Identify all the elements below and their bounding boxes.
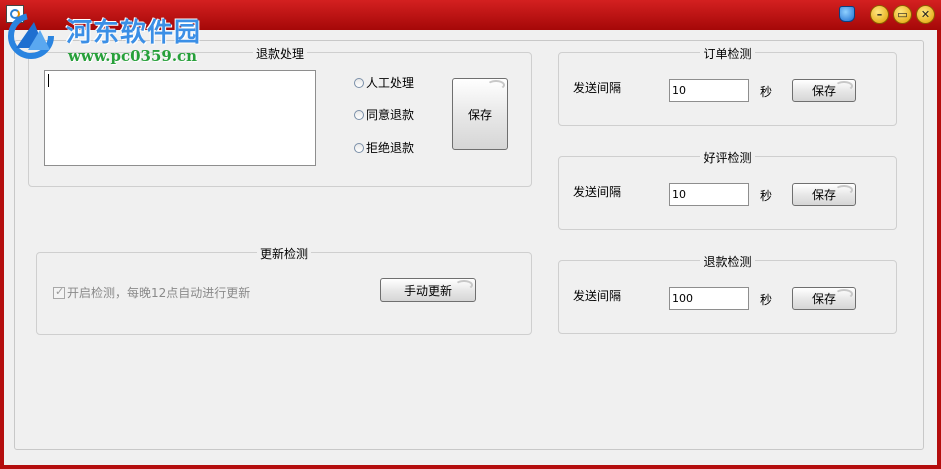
minimize-button[interactable]: –	[870, 5, 889, 24]
order-check-legend: 订单检测	[700, 47, 755, 61]
radio-manual[interactable]: 人工处理	[354, 74, 414, 91]
order-unit-label: 秒	[760, 85, 773, 99]
review-save-label: 保存	[811, 188, 836, 202]
refund-save-button[interactable]: 保存	[452, 78, 508, 150]
watermark-url: www.pc0359.cn	[68, 47, 198, 65]
radio-reject-refund-label: 拒绝退款	[366, 141, 415, 155]
review-interval-label: 发送间隔	[573, 185, 622, 199]
close-icon: ✕	[920, 8, 931, 21]
radio-agree-refund-label: 同意退款	[366, 108, 415, 122]
close-button[interactable]: ✕	[916, 5, 935, 24]
radio-icon	[354, 142, 364, 153]
app-window: – ▭ ✕ 退款处理 人工处理 同意退款 拒绝退款 保存 更新检测 ✓ 开启检测…	[0, 0, 941, 469]
swirl-decoration-icon	[455, 280, 473, 290]
review-check-legend: 好评检测	[700, 151, 755, 165]
order-save-label: 保存	[811, 84, 836, 98]
minimize-icon: –	[876, 8, 883, 21]
order-save-button[interactable]: 保存	[792, 79, 856, 102]
swirl-decoration-icon	[835, 289, 853, 299]
swirl-decoration-icon	[835, 81, 853, 91]
manual-update-label: 手动更新	[403, 283, 452, 298]
update-check-legend: 更新检测	[256, 247, 311, 261]
refund-interval-label: 发送间隔	[573, 289, 622, 303]
refund-interval-input[interactable]	[669, 287, 749, 310]
auto-update-label: 开启检测，每晚12点自动进行更新	[67, 286, 251, 300]
radio-agree-refund[interactable]: 同意退款	[354, 106, 414, 123]
watermark-logo-icon	[8, 13, 54, 59]
maximize-button[interactable]: ▭	[893, 5, 912, 24]
review-unit-label: 秒	[760, 189, 773, 203]
refund-check-save-label: 保存	[811, 292, 836, 306]
refund-check-save-button[interactable]: 保存	[792, 287, 856, 310]
order-interval-input[interactable]	[669, 79, 749, 102]
watermark-title: 河东软件园	[66, 18, 202, 48]
order-interval-label: 发送间隔	[573, 81, 622, 95]
skin-icon[interactable]	[839, 6, 855, 22]
swirl-decoration-icon	[835, 185, 853, 195]
radio-reject-refund[interactable]: 拒绝退款	[354, 139, 414, 156]
review-interval-input[interactable]	[669, 183, 749, 206]
refund-unit-label: 秒	[760, 293, 773, 307]
review-save-button[interactable]: 保存	[792, 183, 856, 206]
refund-save-label: 保存	[467, 107, 492, 122]
refund-processing-group: 退款处理 人工处理 同意退款 拒绝退款 保存	[28, 47, 532, 187]
radio-icon	[354, 77, 364, 88]
maximize-icon: ▭	[897, 8, 908, 21]
refund-check-legend: 退款检测	[700, 255, 755, 269]
radio-manual-label: 人工处理	[366, 76, 415, 90]
review-check-group: 好评检测 发送间隔 秒 保存	[558, 151, 897, 230]
manual-update-button[interactable]: 手动更新	[380, 278, 476, 302]
refund-check-group: 退款检测 发送间隔 秒 保存	[558, 255, 897, 334]
swirl-decoration-icon	[487, 80, 505, 90]
order-check-group: 订单检测 发送间隔 秒 保存	[558, 47, 897, 126]
auto-update-checkbox[interactable]: 开启检测，每晚12点自动进行更新	[53, 284, 250, 301]
refund-processing-legend: 退款处理	[252, 47, 307, 61]
update-check-group: 更新检测 开启检测，每晚12点自动进行更新 手动更新	[36, 247, 532, 335]
refund-memo-textarea[interactable]	[44, 70, 316, 166]
checkbox-checked-icon	[53, 285, 65, 299]
client-area: 退款处理 人工处理 同意退款 拒绝退款 保存 更新检测 ✓ 开启检测，每晚12点…	[4, 30, 937, 465]
radio-icon	[354, 109, 364, 120]
